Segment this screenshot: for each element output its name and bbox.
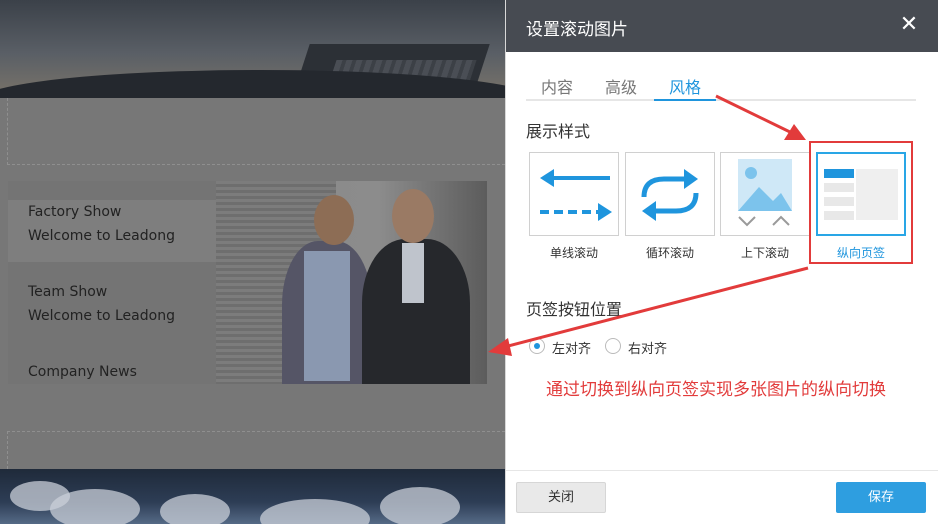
style-option-loop-scroll[interactable] — [625, 152, 715, 236]
single-line-scroll-icon — [540, 169, 612, 221]
tab-item-line2: Welcome to Leadong — [28, 228, 175, 244]
annotation-note: 通过切换到纵向页签实现多张图片的纵向切换 — [546, 380, 886, 400]
style-option-label: 单线滚动 — [549, 246, 598, 260]
dashed-placeholder-top — [7, 98, 505, 165]
radio-checked-icon[interactable] — [529, 338, 545, 354]
background-photo-businessmen-handshake — [216, 181, 487, 384]
display-style-title: 展示样式 — [526, 122, 591, 141]
radio-label: 右对齐 — [628, 342, 668, 357]
background-vertical-tab-list: Factory Show Welcome to Leadong Team Sho… — [8, 181, 228, 384]
style-option-vertical-scroll[interactable] — [720, 152, 810, 236]
close-button[interactable]: 关闭 — [516, 482, 606, 513]
tab-button-position-title: 页签按钮位置 — [526, 300, 623, 319]
save-button[interactable]: 保存 — [836, 482, 926, 513]
dialog-tabs: 内容 高级 风格 — [526, 74, 916, 101]
dialog-header: 设置滚动图片 ✕ — [506, 0, 938, 52]
tab-item-line2: Welcome to Leadong — [28, 308, 175, 324]
tab-content[interactable]: 内容 — [541, 74, 573, 101]
close-icon[interactable]: ✕ — [898, 14, 920, 36]
background-footer-sky-image — [0, 469, 505, 524]
active-tab-underline — [654, 99, 716, 101]
scroll-image-settings-dialog: 设置滚动图片 ✕ 内容 高级 风格 展示样式 单线滚动 循环滚动 上下滚动 纵向… — [505, 0, 938, 524]
tab-item-line1: Factory Show — [28, 204, 122, 220]
background-tab-item-company-news[interactable]: Company News — [8, 360, 216, 384]
style-option-label: 循环滚动 — [645, 246, 694, 260]
background-hero-image — [0, 0, 505, 98]
style-option-label-selected: 纵向页签 — [836, 246, 885, 260]
dialog-footer: 关闭 保存 — [506, 470, 938, 524]
style-option-label: 上下滚动 — [740, 246, 789, 260]
loop-scroll-icon — [641, 169, 699, 221]
tab-style[interactable]: 风格 — [669, 74, 701, 101]
dialog-title: 设置滚动图片 — [526, 20, 628, 40]
vertical-scroll-icon — [738, 159, 792, 227]
radio-unchecked-icon[interactable] — [605, 338, 621, 354]
tab-advanced[interactable]: 高级 — [605, 74, 637, 101]
background-tab-item-factory-show[interactable]: Factory Show Welcome to Leadong — [8, 200, 228, 262]
style-option-single-line-scroll[interactable] — [529, 152, 619, 236]
background-tab-item-team-show[interactable]: Team Show Welcome to Leadong — [8, 280, 216, 342]
tab-item-line1: Company News — [28, 364, 137, 380]
dashed-placeholder-bottom — [7, 431, 505, 469]
radio-label: 左对齐 — [552, 342, 592, 357]
tab-item-line1: Team Show — [28, 284, 108, 300]
